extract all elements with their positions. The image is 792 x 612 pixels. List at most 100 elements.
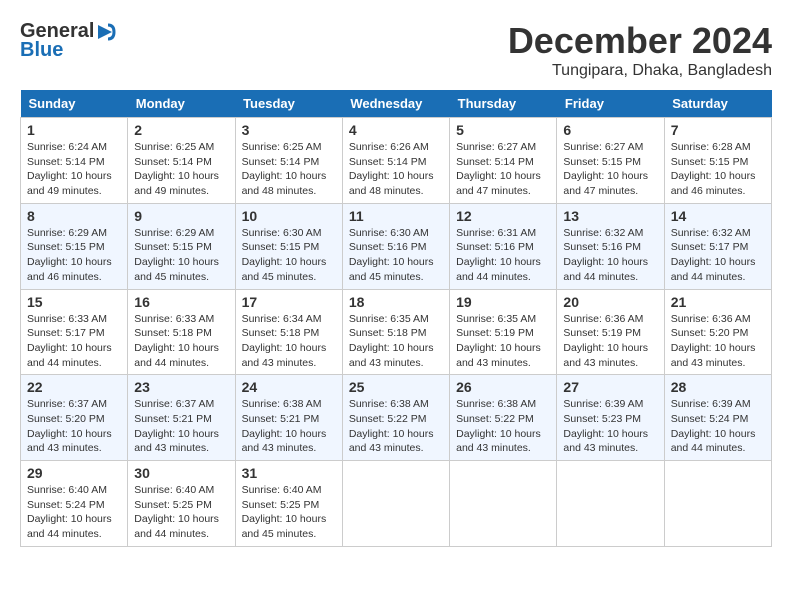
calendar-cell — [342, 461, 449, 547]
day-number: 6 — [563, 122, 657, 138]
calendar-cell: 11 Sunrise: 6:30 AM Sunset: 5:16 PM Dayl… — [342, 203, 449, 289]
day-number: 3 — [242, 122, 336, 138]
day-number: 9 — [134, 208, 228, 224]
day-number: 25 — [349, 379, 443, 395]
day-info: Sunrise: 6:30 AM Sunset: 5:16 PM Dayligh… — [349, 226, 443, 285]
calendar-cell: 17 Sunrise: 6:34 AM Sunset: 5:18 PM Dayl… — [235, 289, 342, 375]
day-number: 5 — [456, 122, 550, 138]
day-number: 7 — [671, 122, 765, 138]
calendar-cell: 8 Sunrise: 6:29 AM Sunset: 5:15 PM Dayli… — [21, 203, 128, 289]
day-info: Sunrise: 6:29 AM Sunset: 5:15 PM Dayligh… — [27, 226, 121, 285]
day-info: Sunrise: 6:37 AM Sunset: 5:21 PM Dayligh… — [134, 397, 228, 456]
calendar-cell: 10 Sunrise: 6:30 AM Sunset: 5:15 PM Dayl… — [235, 203, 342, 289]
calendar-table: Sunday Monday Tuesday Wednesday Thursday… — [20, 90, 772, 547]
calendar-cell: 26 Sunrise: 6:38 AM Sunset: 5:22 PM Dayl… — [450, 375, 557, 461]
day-number: 4 — [349, 122, 443, 138]
calendar-subtitle: Tungipara, Dhaka, Bangladesh — [508, 62, 772, 80]
calendar-cell: 24 Sunrise: 6:38 AM Sunset: 5:21 PM Dayl… — [235, 375, 342, 461]
day-info: Sunrise: 6:33 AM Sunset: 5:18 PM Dayligh… — [134, 312, 228, 371]
calendar-cell: 28 Sunrise: 6:39 AM Sunset: 5:24 PM Dayl… — [664, 375, 771, 461]
day-info: Sunrise: 6:39 AM Sunset: 5:23 PM Dayligh… — [563, 397, 657, 456]
calendar-cell: 22 Sunrise: 6:37 AM Sunset: 5:20 PM Dayl… — [21, 375, 128, 461]
day-info: Sunrise: 6:32 AM Sunset: 5:17 PM Dayligh… — [671, 226, 765, 285]
day-info: Sunrise: 6:32 AM Sunset: 5:16 PM Dayligh… — [563, 226, 657, 285]
calendar-cell: 13 Sunrise: 6:32 AM Sunset: 5:16 PM Dayl… — [557, 203, 664, 289]
calendar-cell: 9 Sunrise: 6:29 AM Sunset: 5:15 PM Dayli… — [128, 203, 235, 289]
day-info: Sunrise: 6:29 AM Sunset: 5:15 PM Dayligh… — [134, 226, 228, 285]
logo: General Blue — [20, 20, 116, 62]
calendar-cell: 25 Sunrise: 6:38 AM Sunset: 5:22 PM Dayl… — [342, 375, 449, 461]
day-number: 2 — [134, 122, 228, 138]
day-info: Sunrise: 6:31 AM Sunset: 5:16 PM Dayligh… — [456, 226, 550, 285]
day-info: Sunrise: 6:36 AM Sunset: 5:20 PM Dayligh… — [671, 312, 765, 371]
calendar-row: 22 Sunrise: 6:37 AM Sunset: 5:20 PM Dayl… — [21, 375, 772, 461]
calendar-cell: 18 Sunrise: 6:35 AM Sunset: 5:18 PM Dayl… — [342, 289, 449, 375]
day-number: 17 — [242, 294, 336, 310]
day-number: 30 — [134, 465, 228, 481]
col-thursday: Thursday — [450, 90, 557, 118]
calendar-cell: 31 Sunrise: 6:40 AM Sunset: 5:25 PM Dayl… — [235, 461, 342, 547]
header: General Blue December 2024 Tungipara, Dh… — [20, 20, 772, 80]
calendar-cell: 21 Sunrise: 6:36 AM Sunset: 5:20 PM Dayl… — [664, 289, 771, 375]
calendar-row: 29 Sunrise: 6:40 AM Sunset: 5:24 PM Dayl… — [21, 461, 772, 547]
day-info: Sunrise: 6:25 AM Sunset: 5:14 PM Dayligh… — [134, 140, 228, 199]
day-number: 28 — [671, 379, 765, 395]
day-info: Sunrise: 6:24 AM Sunset: 5:14 PM Dayligh… — [27, 140, 121, 199]
day-number: 23 — [134, 379, 228, 395]
day-info: Sunrise: 6:35 AM Sunset: 5:19 PM Dayligh… — [456, 312, 550, 371]
col-sunday: Sunday — [21, 90, 128, 118]
day-info: Sunrise: 6:38 AM Sunset: 5:22 PM Dayligh… — [349, 397, 443, 456]
day-info: Sunrise: 6:38 AM Sunset: 5:21 PM Dayligh… — [242, 397, 336, 456]
day-info: Sunrise: 6:38 AM Sunset: 5:22 PM Dayligh… — [456, 397, 550, 456]
day-number: 8 — [27, 208, 121, 224]
day-info: Sunrise: 6:30 AM Sunset: 5:15 PM Dayligh… — [242, 226, 336, 285]
calendar-cell: 12 Sunrise: 6:31 AM Sunset: 5:16 PM Dayl… — [450, 203, 557, 289]
day-number: 1 — [27, 122, 121, 138]
calendar-row: 8 Sunrise: 6:29 AM Sunset: 5:15 PM Dayli… — [21, 203, 772, 289]
day-info: Sunrise: 6:37 AM Sunset: 5:20 PM Dayligh… — [27, 397, 121, 456]
calendar-cell: 29 Sunrise: 6:40 AM Sunset: 5:24 PM Dayl… — [21, 461, 128, 547]
day-number: 11 — [349, 208, 443, 224]
day-number: 15 — [27, 294, 121, 310]
day-number: 18 — [349, 294, 443, 310]
calendar-row: 1 Sunrise: 6:24 AM Sunset: 5:14 PM Dayli… — [21, 118, 772, 204]
day-number: 20 — [563, 294, 657, 310]
day-number: 13 — [563, 208, 657, 224]
day-info: Sunrise: 6:40 AM Sunset: 5:24 PM Dayligh… — [27, 483, 121, 542]
calendar-header-row: Sunday Monday Tuesday Wednesday Thursday… — [21, 90, 772, 118]
calendar-cell: 2 Sunrise: 6:25 AM Sunset: 5:14 PM Dayli… — [128, 118, 235, 204]
col-tuesday: Tuesday — [235, 90, 342, 118]
day-number: 24 — [242, 379, 336, 395]
day-info: Sunrise: 6:39 AM Sunset: 5:24 PM Dayligh… — [671, 397, 765, 456]
calendar-cell — [450, 461, 557, 547]
day-number: 10 — [242, 208, 336, 224]
day-number: 29 — [27, 465, 121, 481]
calendar-cell: 5 Sunrise: 6:27 AM Sunset: 5:14 PM Dayli… — [450, 118, 557, 204]
col-monday: Monday — [128, 90, 235, 118]
calendar-cell: 3 Sunrise: 6:25 AM Sunset: 5:14 PM Dayli… — [235, 118, 342, 204]
day-number: 31 — [242, 465, 336, 481]
col-wednesday: Wednesday — [342, 90, 449, 118]
day-number: 21 — [671, 294, 765, 310]
calendar-cell: 27 Sunrise: 6:39 AM Sunset: 5:23 PM Dayl… — [557, 375, 664, 461]
calendar-cell: 4 Sunrise: 6:26 AM Sunset: 5:14 PM Dayli… — [342, 118, 449, 204]
day-info: Sunrise: 6:40 AM Sunset: 5:25 PM Dayligh… — [242, 483, 336, 542]
logo-icon — [94, 21, 116, 43]
calendar-title: December 2024 — [508, 20, 772, 62]
day-info: Sunrise: 6:27 AM Sunset: 5:15 PM Dayligh… — [563, 140, 657, 199]
day-info: Sunrise: 6:25 AM Sunset: 5:14 PM Dayligh… — [242, 140, 336, 199]
col-saturday: Saturday — [664, 90, 771, 118]
calendar-cell: 14 Sunrise: 6:32 AM Sunset: 5:17 PM Dayl… — [664, 203, 771, 289]
calendar-cell: 16 Sunrise: 6:33 AM Sunset: 5:18 PM Dayl… — [128, 289, 235, 375]
day-number: 16 — [134, 294, 228, 310]
calendar-cell: 6 Sunrise: 6:27 AM Sunset: 5:15 PM Dayli… — [557, 118, 664, 204]
day-number: 14 — [671, 208, 765, 224]
calendar-cell: 1 Sunrise: 6:24 AM Sunset: 5:14 PM Dayli… — [21, 118, 128, 204]
calendar-cell: 20 Sunrise: 6:36 AM Sunset: 5:19 PM Dayl… — [557, 289, 664, 375]
calendar-cell — [664, 461, 771, 547]
day-number: 12 — [456, 208, 550, 224]
title-section: December 2024 Tungipara, Dhaka, Banglade… — [508, 20, 772, 80]
day-number: 22 — [27, 379, 121, 395]
day-info: Sunrise: 6:36 AM Sunset: 5:19 PM Dayligh… — [563, 312, 657, 371]
calendar-cell: 7 Sunrise: 6:28 AM Sunset: 5:15 PM Dayli… — [664, 118, 771, 204]
